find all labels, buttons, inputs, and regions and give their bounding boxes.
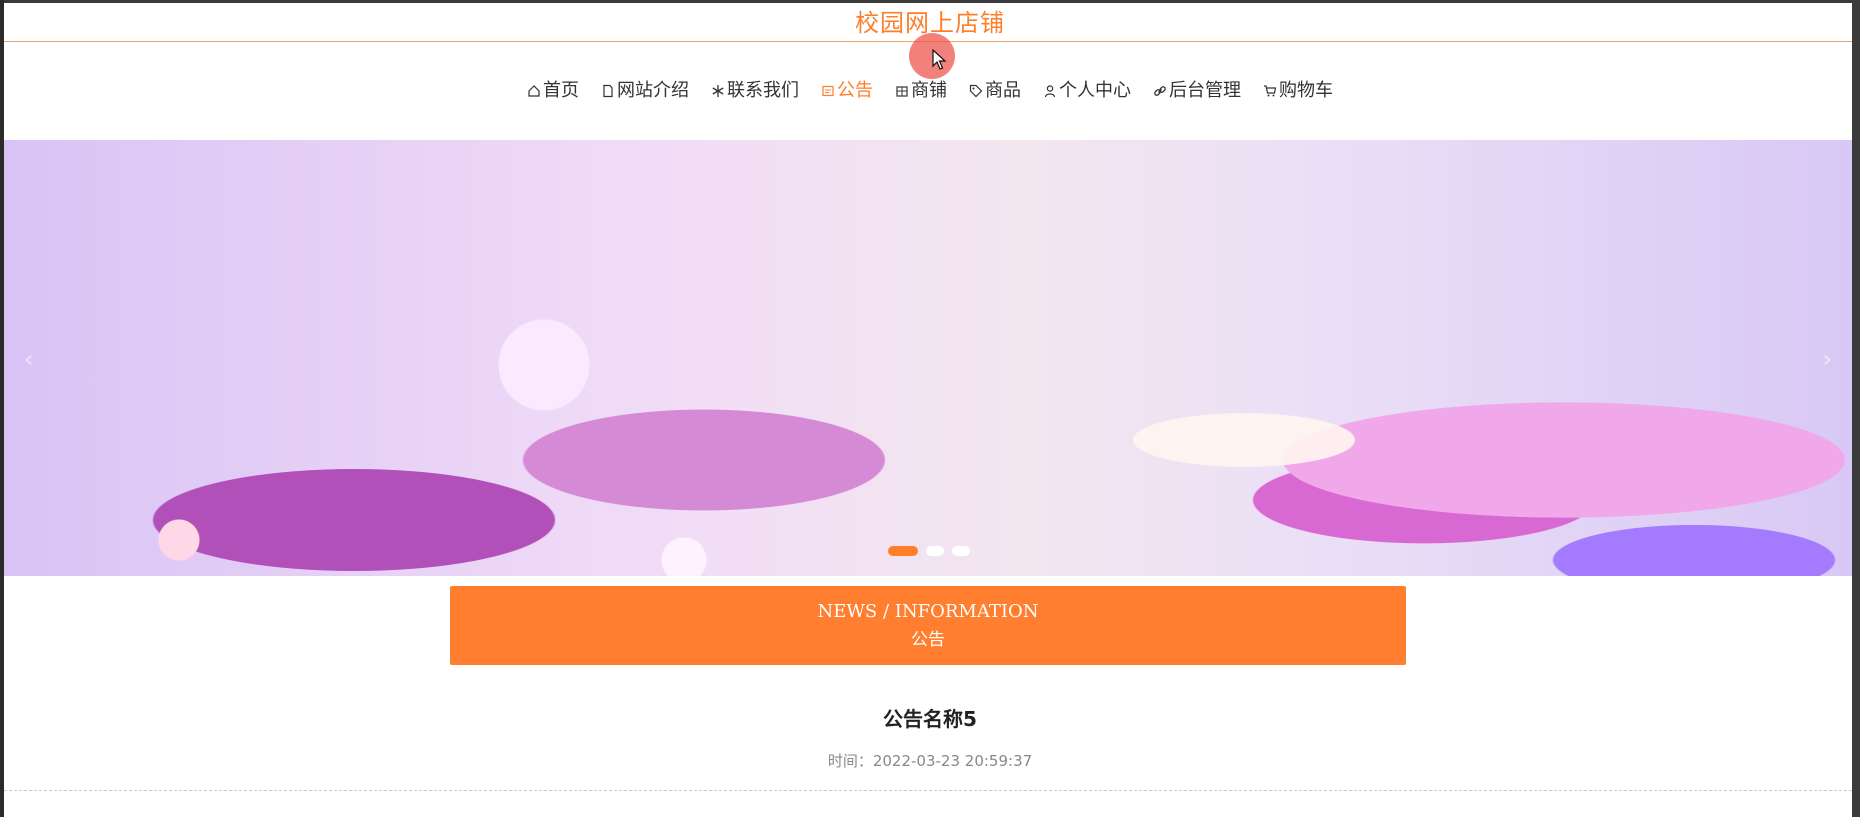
carousel-dot-2[interactable]	[926, 546, 944, 556]
user-icon	[1044, 85, 1056, 98]
tag-icon	[969, 84, 983, 98]
nav-item-notice[interactable]: 公告	[821, 74, 873, 173]
article-divider	[4, 790, 1852, 792]
window-right-edge	[1852, 0, 1860, 817]
nav-item-admin[interactable]: 后台管理	[1153, 74, 1241, 108]
time-value: 2022-03-23 20:59:37	[872, 752, 1033, 770]
time-label: 时间：	[827, 752, 873, 770]
carousel-dot-1[interactable]	[888, 546, 918, 556]
nav-item-cart[interactable]: 购物车	[1263, 74, 1333, 108]
cart-icon	[1264, 85, 1277, 97]
window-top-edge	[0, 0, 1860, 3]
nav-label: 购物车	[1279, 80, 1333, 101]
article-time: 时间：2022-03-23 20:59:37	[0, 750, 1860, 771]
section-title-cn: 公告	[911, 630, 945, 650]
carousel-next-button[interactable]: ›	[1822, 345, 1832, 373]
section-title-en: NEWS / INFORMATION	[817, 601, 1039, 622]
nav-label: 网站介绍	[617, 80, 689, 101]
section-header: NEWS / INFORMATION 公告	[450, 586, 1406, 665]
nav-label: 公告	[837, 80, 873, 101]
mouse-cursor-icon	[932, 49, 947, 70]
nav-item-home[interactable]: 首页	[527, 74, 579, 108]
home-icon	[528, 85, 540, 97]
nav-label: 后台管理	[1169, 80, 1241, 101]
nav-item-goods[interactable]: 商品	[969, 74, 1021, 108]
nav-item-contact[interactable]: 联系我们	[711, 74, 799, 108]
nav-label: 商铺	[911, 80, 947, 101]
document-icon	[603, 84, 613, 98]
carousel-prev-button[interactable]: ‹	[24, 345, 34, 373]
nav-item-profile[interactable]: 个人中心	[1043, 74, 1131, 108]
nav-label: 商品	[985, 80, 1021, 101]
main-nav: 首页 网站介绍 联系我们 公告 商铺 商品 个人中心 后台管理 购物车	[0, 74, 1860, 173]
snowflake-icon	[712, 85, 724, 97]
notice-icon	[822, 85, 834, 97]
nav-label: 个人中心	[1059, 80, 1131, 101]
hero-carousel[interactable]: ‹ ›	[4, 140, 1852, 576]
article-title: 公告名称5	[883, 707, 977, 731]
nav-item-shop[interactable]: 商铺	[895, 74, 947, 108]
shop-icon	[896, 86, 908, 97]
carousel-indicators	[888, 546, 970, 556]
nav-item-about[interactable]: 网站介绍	[601, 74, 689, 108]
carousel-dot-3[interactable]	[952, 546, 970, 556]
nav-label: 联系我们	[727, 80, 799, 101]
nav-label: 首页	[543, 80, 579, 101]
link-icon	[1154, 86, 1166, 96]
